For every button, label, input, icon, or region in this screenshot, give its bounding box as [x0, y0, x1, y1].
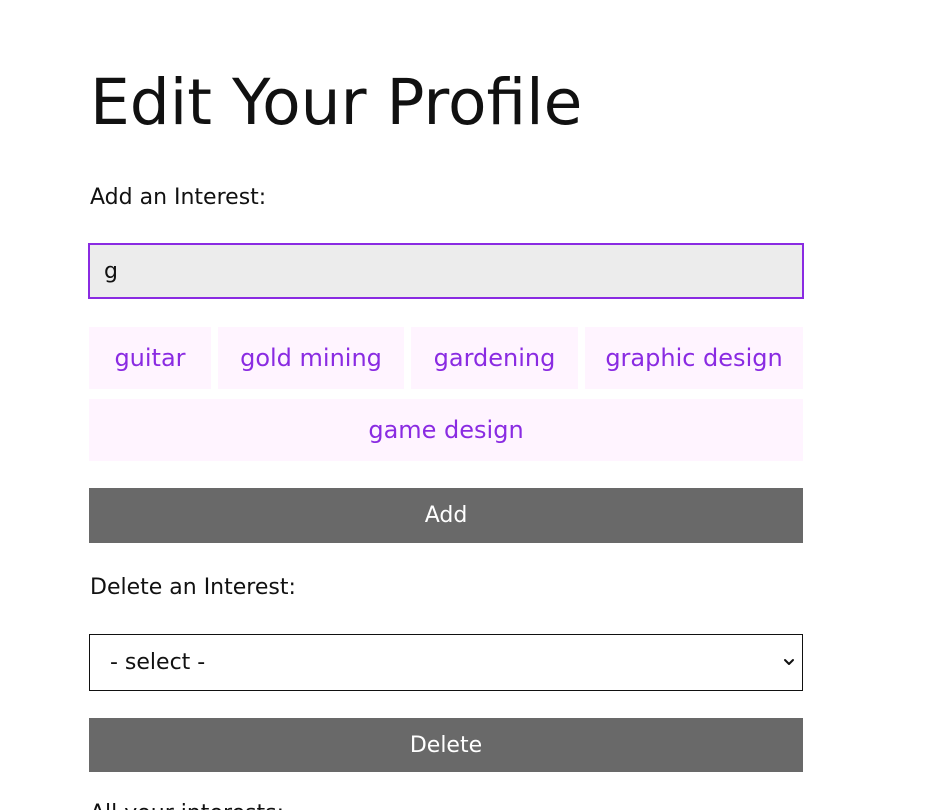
delete-interest-select[interactable]: - select -	[89, 634, 803, 691]
interest-suggestions: guitar gold mining gardening graphic des…	[89, 327, 803, 461]
delete-interest-button[interactable]: Delete	[89, 718, 803, 772]
suggestion-gold-mining[interactable]: gold mining	[218, 327, 404, 389]
interest-input[interactable]	[88, 243, 804, 299]
page-title: Edit Your Profile	[90, 66, 583, 139]
suggestion-gardening[interactable]: gardening	[411, 327, 578, 389]
select-current-value: - select -	[110, 650, 206, 675]
suggestion-guitar[interactable]: guitar	[89, 327, 211, 389]
delete-interest-label: Delete an Interest:	[90, 575, 296, 600]
suggestion-game-design[interactable]: game design	[89, 399, 803, 461]
all-interests-heading: All your interests:	[90, 800, 284, 810]
chevron-down-icon	[784, 659, 794, 665]
add-interest-button[interactable]: Add	[89, 488, 803, 543]
suggestion-graphic-design[interactable]: graphic design	[585, 327, 803, 389]
edit-profile-page: Edit Your Profile Add an Interest: guita…	[0, 0, 944, 810]
add-interest-label: Add an Interest:	[90, 185, 267, 210]
